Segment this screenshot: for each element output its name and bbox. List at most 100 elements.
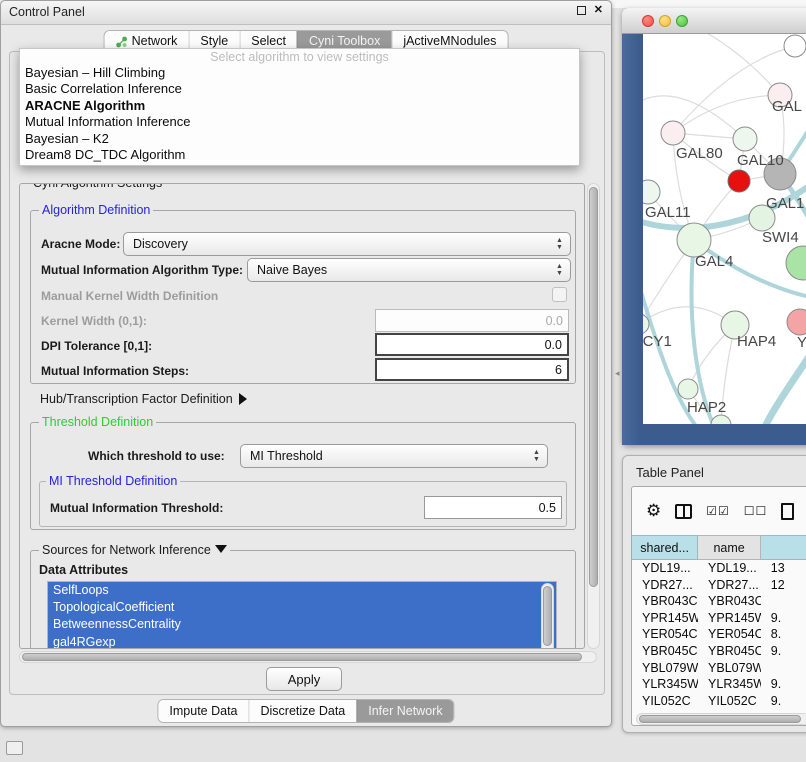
manual-kernel-checkbox[interactable] (552, 287, 567, 302)
algorithm-dropdown-popup: Select algorithm to view settings Bayesi… (19, 48, 580, 166)
network-canvas[interactable]: GALGAL80GAL10GAL1GAL11SWI4GAL4GCY1HAP4YH… (643, 34, 806, 424)
threshold-definition-title: Threshold Definition (39, 415, 156, 429)
tab-discretize-data[interactable]: Discretize Data (249, 700, 357, 722)
control-panel-titlebar: Control Panel ✕ (1, 1, 611, 25)
aracne-mode-label: Aracne Mode: (41, 237, 120, 251)
algorithm-option[interactable]: ARACNE Algorithm (20, 98, 579, 114)
algorithm-dropdown-list: Bayesian – Hill ClimbingBasic Correlatio… (20, 65, 579, 163)
network-node[interactable] (678, 379, 698, 399)
data-attributes-list: SelfLoopsTopologicalCoefficientBetweenne… (47, 581, 557, 649)
algorithm-option[interactable]: Dream8 DC_TDC Algorithm (20, 147, 579, 163)
settings-vertical-scrollbar[interactable] (587, 183, 600, 649)
tab-infer-network[interactable]: Infer Network (356, 700, 453, 722)
network-node[interactable] (728, 170, 750, 192)
table-cell: YDL19... (632, 560, 698, 577)
minimized-panel-icon[interactable] (6, 741, 23, 755)
which-threshold-select[interactable]: MI Threshold ▲▼ (240, 444, 548, 468)
table-panel-title: Table Panel (636, 465, 704, 480)
column-header[interactable]: shared... (632, 535, 698, 560)
network-node[interactable] (784, 35, 806, 57)
network-node[interactable] (787, 309, 806, 335)
mi-type-select[interactable]: Naive Bayes ▲▼ (247, 258, 571, 282)
network-node[interactable] (677, 223, 711, 257)
table-row[interactable]: YBR045CYBR045C9. (632, 643, 806, 660)
minimize-traffic-light-icon[interactable] (659, 15, 671, 27)
mi-threshold-group: MI Threshold Definition Mutual Informati… (39, 481, 567, 527)
gear-icon[interactable]: ⚙ (646, 501, 661, 521)
zoom-traffic-light-icon[interactable] (676, 15, 688, 27)
sources-group: Sources for Network Inference Data Attri… (30, 550, 576, 649)
algorithm-option[interactable]: Bayesian – K2 (20, 131, 579, 147)
panel-collapse-arrow-icon[interactable]: ◂ (615, 368, 620, 379)
attributes-scrollbar[interactable] (541, 583, 554, 649)
hub-definition-toggle[interactable]: Hub/Transcription Factor Definition (40, 392, 247, 406)
split-view-icon[interactable] (675, 504, 692, 519)
network-node[interactable] (661, 121, 685, 145)
table-cell: YBR045C (698, 643, 761, 660)
network-node-label: GCY1 (643, 333, 672, 350)
settings-horizontal-scrollbar[interactable] (19, 651, 597, 663)
mi-steps-field[interactable] (375, 358, 569, 381)
deselect-all-columns-icon[interactable]: ☐☐ (744, 504, 768, 518)
data-attribute-item[interactable]: SelfLoops (48, 582, 556, 599)
table-cell: YIL052C (698, 693, 761, 710)
kernel-width-label: Kernel Width (0,1): (41, 314, 147, 328)
network-node-label: GAL1 (766, 195, 804, 212)
network-node[interactable] (733, 127, 757, 151)
new-table-icon[interactable] (781, 503, 794, 520)
network-node[interactable] (643, 180, 660, 204)
data-attribute-item[interactable]: BetweennessCentrality (48, 616, 556, 633)
mi-threshold-group-title: MI Threshold Definition (46, 474, 180, 488)
table-row[interactable]: YDL19...YDL19...13 (632, 560, 806, 577)
table-row[interactable]: YIL052CYIL052C9. (632, 693, 806, 710)
table-cell: 13 (761, 560, 806, 577)
cyni-algorithm-settings-group: Cyni Algorithm Settings Algorithm Defini… (19, 183, 585, 649)
aracne-mode-select[interactable]: Discovery ▲▼ (123, 232, 571, 256)
network-node-label: Y (797, 334, 806, 351)
control-panel-window: Control Panel ✕ NetworkStyleSelectCyni T… (0, 0, 612, 727)
table-panel-body: ⚙ ☑☑ ☐☐ shared...name YDL19...YDL19...13… (631, 486, 806, 726)
mi-type-label: Mutual Information Algorithm Type: (41, 263, 243, 277)
algorithm-definition-group: Algorithm Definition Aracne Mode: Discov… (30, 210, 576, 384)
table-row[interactable]: YPR145WYPR145W9. (632, 610, 806, 627)
network-node-label: HAP2 (687, 399, 726, 416)
algorithm-option[interactable]: Basic Correlation Inference (20, 81, 579, 97)
sources-group-title[interactable]: Sources for Network Inference (39, 543, 230, 557)
table-row[interactable]: YBR043CYBR043C (632, 593, 806, 610)
apply-button[interactable]: Apply (266, 667, 342, 691)
table-row[interactable]: YLR345WYLR345W9. (632, 676, 806, 693)
table-cell: YIL052C (632, 693, 698, 710)
algorithm-option[interactable]: Bayesian – Hill Climbing (20, 65, 579, 81)
algorithm-option[interactable]: Mutual Information Inference (20, 114, 579, 130)
float-window-icon[interactable] (577, 6, 586, 15)
table-cell: YBR045C (632, 643, 698, 660)
table-cell: YBR043C (632, 593, 698, 610)
data-attribute-item[interactable]: gal4RGexp (48, 634, 556, 649)
network-node-label: GAL4 (695, 253, 733, 270)
network-node-label: GAL11 (645, 204, 691, 221)
column-header[interactable]: name (698, 535, 761, 560)
dpi-tolerance-field[interactable] (375, 333, 569, 356)
table-horizontal-scrollbar[interactable] (636, 713, 806, 725)
table-toolbar: ⚙ ☑☑ ☐☐ (632, 487, 806, 535)
close-traffic-light-icon[interactable] (642, 15, 654, 27)
spinner-arrows-icon: ▲▼ (555, 237, 564, 252)
network-node[interactable] (711, 415, 731, 424)
tab-impute-data[interactable]: Impute Data (158, 700, 248, 722)
table-cell: YPR145W (698, 610, 761, 627)
chevron-right-icon (239, 393, 247, 405)
network-node-label: HAP4 (737, 333, 776, 350)
close-icon[interactable]: ✕ (594, 6, 603, 15)
network-node[interactable] (786, 246, 806, 280)
select-all-columns-icon[interactable]: ☑☑ (706, 504, 730, 518)
table-row[interactable]: YBL079WYBL079W (632, 660, 806, 677)
table-cell: 9. (761, 676, 806, 693)
mi-threshold-label: Mutual Information Threshold: (50, 501, 223, 515)
column-header[interactable] (761, 535, 806, 560)
kernel-width-field[interactable] (375, 309, 569, 332)
table-row[interactable]: YDR27...YDR27...12 (632, 577, 806, 594)
mi-threshold-field[interactable] (424, 496, 562, 519)
table-cell: YPR145W (632, 610, 698, 627)
data-attribute-item[interactable]: TopologicalCoefficient (48, 599, 556, 616)
table-row[interactable]: YER054CYER054C8. (632, 626, 806, 643)
